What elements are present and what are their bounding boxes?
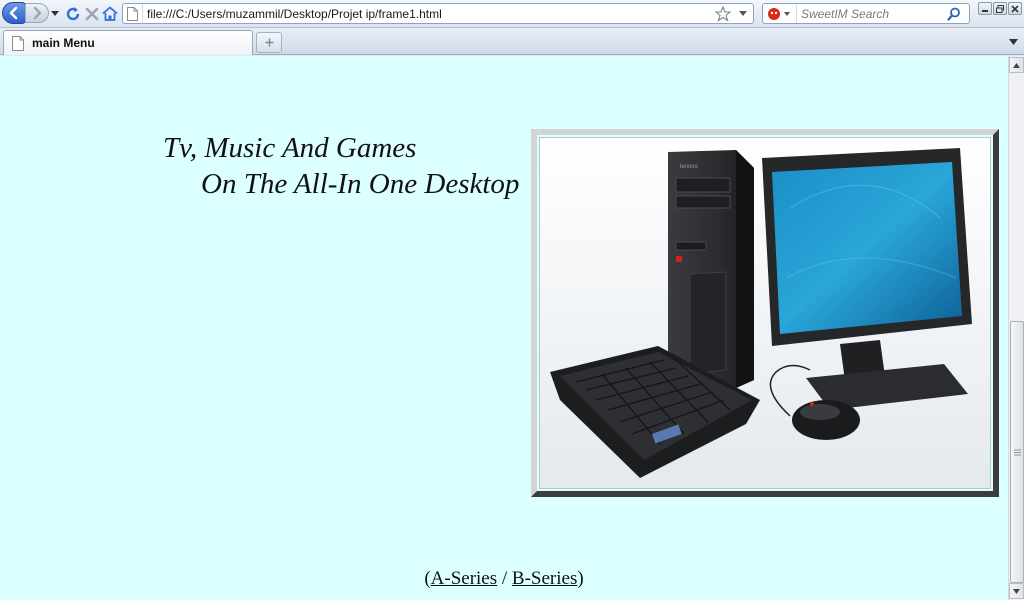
search-input[interactable] [797, 6, 943, 21]
headline-line-2: On The All-In One Desktop [201, 168, 520, 200]
back-button[interactable] [2, 2, 26, 24]
minimize-icon [982, 9, 988, 12]
svg-text:lenovo: lenovo [680, 164, 698, 170]
search-button[interactable] [943, 7, 965, 21]
a-series-link[interactable]: A-Series [431, 568, 497, 589]
reload-icon [66, 6, 80, 20]
home-button[interactable] [101, 3, 119, 24]
scroll-down-button[interactable] [1009, 583, 1024, 599]
vertical-scrollbar[interactable] [1008, 56, 1024, 600]
search-engine-selector[interactable] [763, 4, 797, 23]
product-image-frame: lenovo [531, 129, 999, 497]
stop-button[interactable] [83, 3, 101, 24]
tab-main-menu[interactable]: main Menu [3, 30, 253, 55]
chevron-down-icon [1008, 39, 1018, 45]
b-series-link[interactable]: B-Series [512, 568, 577, 589]
page-content: Tv, Music And Games On The All-In One De… [0, 56, 1008, 600]
tab-list-button[interactable] [1006, 34, 1020, 50]
dropdown-arrow-icon [51, 10, 59, 16]
minimize-button[interactable] [978, 2, 992, 15]
page-headline: Tv, Music And Games On The All-In One De… [163, 130, 543, 202]
search-bar[interactable] [762, 3, 970, 24]
close-icon [1011, 4, 1019, 13]
links-separator: / [497, 568, 512, 589]
new-tab-button[interactable] [256, 32, 282, 53]
dropdown-arrow-icon [739, 11, 747, 16]
links-close-paren: ) [577, 568, 584, 589]
scroll-up-button[interactable] [1009, 57, 1024, 73]
star-icon[interactable] [713, 5, 733, 22]
navigation-toolbar: file:///C:/Users/muzammil/Desktop/Projet… [0, 0, 1024, 28]
forward-arrow-icon [33, 6, 42, 20]
grip-icon [1013, 449, 1021, 455]
home-icon [102, 6, 118, 21]
address-text[interactable]: file:///C:/Users/muzammil/Desktop/Projet… [147, 7, 713, 21]
stop-icon [85, 7, 99, 20]
history-dropdown-button[interactable] [49, 3, 61, 24]
address-bar[interactable]: file:///C:/Users/muzammil/Desktop/Projet… [122, 3, 754, 24]
close-button[interactable] [1008, 2, 1022, 15]
chevron-up-icon [1013, 62, 1020, 68]
restore-icon [996, 4, 1004, 13]
sweetim-logo-icon [767, 7, 790, 20]
tab-strip: main Menu [0, 28, 1024, 55]
scroll-thumb[interactable] [1010, 321, 1024, 583]
plus-icon [265, 38, 273, 47]
reload-button[interactable] [64, 3, 82, 24]
window-controls [978, 2, 1022, 15]
desktop-computer-image: lenovo [539, 137, 991, 489]
page-icon [123, 4, 143, 23]
desktop-computer-illustration: lenovo [540, 138, 990, 488]
magnifier-icon [947, 7, 960, 21]
tab-label: main Menu [32, 36, 95, 50]
series-links: (A-Series / B-Series) [0, 568, 1008, 590]
back-arrow-icon [9, 6, 18, 20]
page-icon [12, 35, 24, 51]
chevron-down-icon [1013, 588, 1020, 594]
headline-line-1: Tv, Music And Games [163, 132, 417, 164]
restore-button[interactable] [993, 2, 1007, 15]
forward-button[interactable] [25, 3, 49, 23]
address-dropdown-button[interactable] [733, 11, 753, 16]
